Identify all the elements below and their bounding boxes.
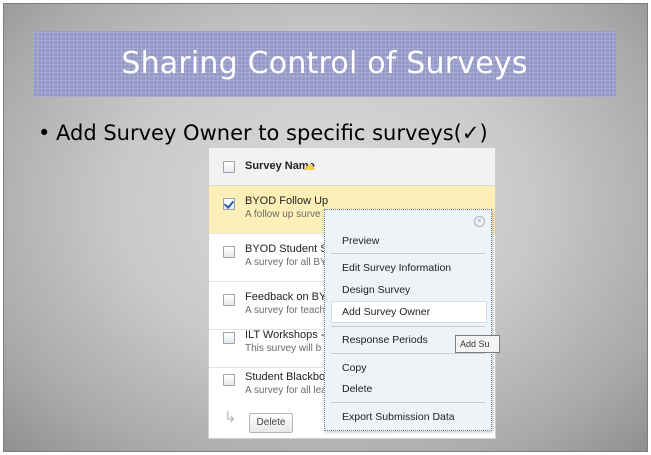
menu-item-add-survey-owner[interactable]: Add Survey Owner — [342, 306, 430, 318]
survey-description: A survey for all BY — [245, 257, 327, 268]
menu-separator — [331, 326, 485, 327]
menu-separator — [331, 402, 485, 403]
survey-name[interactable]: Student Blackboa — [245, 371, 331, 383]
table-header: Survey Name — [209, 148, 495, 186]
row-checkbox[interactable] — [223, 198, 235, 210]
row-checkbox[interactable] — [223, 332, 235, 344]
survey-name[interactable]: Feedback on BYC — [245, 291, 334, 303]
close-icon[interactable]: × — [474, 216, 485, 227]
menu-item-edit-survey-information[interactable]: Edit Survey Information — [342, 262, 451, 274]
slide-title: Sharing Control of Surveys — [121, 46, 528, 81]
menu-separator — [331, 253, 485, 254]
menu-item-design-survey[interactable]: Design Survey — [342, 284, 410, 296]
context-menu: × Preview Edit Survey Information Design… — [324, 209, 492, 431]
select-all-checkbox[interactable] — [223, 161, 235, 173]
survey-description: This survey will b — [245, 343, 322, 354]
menu-item-delete[interactable]: Delete — [342, 383, 372, 395]
survey-name[interactable]: ILT Workshops - . — [245, 329, 331, 341]
tooltip: Add Su — [455, 335, 500, 353]
menu-item-response-periods[interactable]: Response Periods — [342, 334, 428, 346]
menu-item-copy[interactable]: Copy — [342, 362, 367, 374]
selection-arrow-icon: ↳ — [224, 409, 237, 426]
delete-button[interactable]: Delete — [249, 413, 293, 433]
survey-name[interactable]: BYOD Follow Up — [245, 195, 328, 207]
survey-description: A survey for all lea — [245, 385, 327, 396]
survey-description: A follow up surve — [245, 209, 321, 220]
menu-item-export-submission-data[interactable]: Export Submission Data — [342, 411, 455, 423]
sort-ascending-icon[interactable] — [304, 163, 316, 170]
survey-name[interactable]: BYOD Student Su — [245, 243, 334, 255]
bullet-icon: • — [38, 121, 51, 145]
row-checkbox[interactable] — [223, 374, 235, 386]
row-checkbox[interactable] — [223, 294, 235, 306]
menu-item-preview[interactable]: Preview — [342, 235, 379, 247]
bullet-text: Add Survey Owner to specific surveys(✓) — [56, 121, 488, 145]
survey-description: A survey for teach — [245, 305, 326, 316]
row-checkbox[interactable] — [223, 246, 235, 258]
menu-separator — [331, 353, 485, 354]
bullet-point: • Add Survey Owner to specific surveys(✓) — [38, 121, 488, 145]
